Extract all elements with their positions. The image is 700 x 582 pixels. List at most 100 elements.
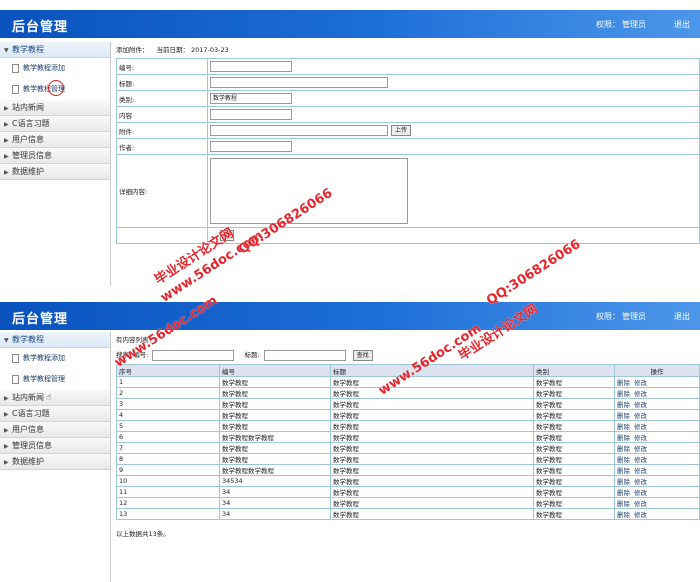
edit-link[interactable]: 修改 — [634, 390, 647, 398]
cell-category: 数学教程 — [533, 387, 615, 399]
cell-category: 数学教程 — [533, 464, 615, 476]
logout-link[interactable]: 退出 — [674, 20, 690, 29]
cell-title: 数学教程 — [330, 420, 534, 432]
main-content: 添加附件： 当前日期： 2017-03-23 编号: 标题: 类别: 数学教程 内容… — [112, 42, 700, 286]
cell-actions: 删除 修改 — [614, 464, 700, 476]
document-icon — [12, 353, 19, 363]
cell-category: 数学教程 — [533, 442, 615, 454]
column-header-code: 编号 — [219, 364, 331, 377]
cell-category: 数学教程 — [533, 453, 615, 465]
chevron-right-icon: ▶ — [4, 153, 9, 160]
sidebar-group-c-exercises[interactable]: ▶ C语言习题 — [0, 116, 110, 132]
edit-link[interactable]: 修改 — [634, 379, 647, 387]
cell-code: 34534 — [219, 475, 331, 487]
edit-link[interactable]: 修改 — [634, 434, 647, 442]
cell-code: 数学教程 — [219, 420, 331, 432]
content-input[interactable] — [210, 109, 292, 120]
cell-title: 数学教程 — [330, 387, 534, 399]
document-icon — [12, 374, 19, 384]
cell-actions: 删除 修改 — [614, 508, 700, 520]
category-input[interactable]: 数学教程 — [210, 93, 292, 104]
delete-link[interactable]: 删除 — [617, 379, 630, 387]
author-input[interactable] — [210, 141, 292, 152]
code-input[interactable] — [210, 61, 292, 72]
sidebar-group-label: C语言习题 — [12, 119, 50, 128]
delete-link[interactable]: 删除 — [617, 445, 630, 453]
cell-index: 13 — [116, 508, 220, 520]
content-table: 序号 编号 标题 类别 操作 1 数学教程 数学教程 数学教程 删除 修改 2 数学教程 数学教… — [116, 364, 700, 520]
cell-index: 1 — [116, 376, 220, 388]
sidebar-group-label: 数据维护 — [12, 167, 44, 176]
delete-link[interactable]: 删除 — [617, 456, 630, 464]
cell-category: 数学教程 — [533, 398, 615, 410]
edit-link[interactable]: 修改 — [634, 445, 647, 453]
edit-link[interactable]: 修改 — [634, 423, 647, 431]
cell-title: 数学教程 — [330, 431, 534, 443]
cell-actions: 删除 修改 — [614, 431, 700, 443]
delete-link[interactable]: 删除 — [617, 489, 630, 497]
sidebar-item-tutorial-add[interactable]: 教学教程添加 — [0, 58, 110, 79]
delete-link[interactable]: 删除 — [617, 500, 630, 508]
field-label-author: 作者: — [116, 138, 208, 155]
cell-title: 数学教程 — [330, 508, 534, 520]
permission-value: 管理员 — [622, 312, 646, 321]
sidebar-group-tutorial[interactable]: ▼ 教学教程 — [0, 332, 110, 348]
sidebar-group-admins[interactable]: ▶ 管理员信息 — [0, 438, 110, 454]
delete-link[interactable]: 删除 — [617, 412, 630, 420]
cell-title: 数学教程 — [330, 497, 534, 509]
upload-button[interactable]: 上传 — [391, 125, 412, 136]
permission-value: 管理员 — [622, 20, 646, 29]
cell-actions: 删除 修改 — [614, 420, 700, 432]
detail-textarea[interactable] — [210, 158, 408, 224]
delete-link[interactable]: 删除 — [617, 467, 630, 475]
edit-link[interactable]: 修改 — [634, 511, 647, 519]
sidebar-group-users[interactable]: ▶ 用户信息 — [0, 422, 110, 438]
sidebar-item-tutorial-add[interactable]: 教学教程添加 — [0, 348, 110, 369]
cell-title: 数学教程 — [330, 376, 534, 388]
search-code-input[interactable] — [152, 349, 235, 361]
sidebar-group-data[interactable]: ▶ 数据维护 — [0, 164, 110, 180]
add-form-table: 编号: 标题: 类别: 数学教程 内容 附件: 上传 作者: 详细内容: 加 — [116, 58, 700, 244]
cell-category: 数学教程 — [533, 475, 615, 487]
sidebar-group-news[interactable]: ▶ 站内新闻 ☝ — [0, 390, 110, 406]
edit-link[interactable]: 修改 — [634, 467, 647, 475]
title-input[interactable] — [210, 77, 388, 88]
search-title-label: 标题: — [244, 351, 260, 359]
field-label-title: 标题: — [116, 74, 208, 91]
cell-actions: 删除 修改 — [614, 486, 700, 498]
sidebar-group-news[interactable]: ▶ 站内新闻 — [0, 100, 110, 116]
sidebar-item-label: 教学教程管理 — [23, 375, 65, 383]
sidebar-item-tutorial-manage[interactable]: 教学教程管理 — [0, 369, 110, 390]
delete-link[interactable]: 删除 — [617, 390, 630, 398]
edit-link[interactable]: 修改 — [634, 456, 647, 464]
sidebar-group-c-exercises[interactable]: ▶ C语言习题 — [0, 406, 110, 422]
submit-button[interactable]: 加 — [220, 230, 235, 241]
cell-index: 3 — [116, 398, 220, 410]
delete-link[interactable]: 删除 — [617, 401, 630, 409]
delete-link[interactable]: 删除 — [617, 434, 630, 442]
sidebar-group-label: 教学教程 — [12, 45, 44, 54]
delete-link[interactable]: 删除 — [617, 478, 630, 486]
chevron-right-icon: ▶ — [4, 459, 9, 466]
sidebar-group-users[interactable]: ▶ 用户信息 — [0, 132, 110, 148]
field-label-attachment: 附件: — [116, 122, 208, 139]
edit-link[interactable]: 修改 — [634, 412, 647, 420]
sidebar-group-tutorial[interactable]: ▼ 教学教程 — [0, 42, 110, 58]
sidebar-group-data[interactable]: ▶ 数据维护 — [0, 454, 110, 470]
edit-link[interactable]: 修改 — [634, 401, 647, 409]
sidebar: ▼ 教学教程 教学教程添加 教学教程管理 ▶ 站内新闻 ▶ C语言习题 ▶ 用户信息 ▶… — [0, 42, 111, 286]
delete-link[interactable]: 删除 — [617, 423, 630, 431]
edit-link[interactable]: 修改 — [634, 489, 647, 497]
edit-link[interactable]: 修改 — [634, 500, 647, 508]
table-row: 10 34534 数学教程 数学教程 删除 修改 — [116, 475, 700, 487]
cell-actions: 删除 修改 — [614, 442, 700, 454]
search-title-input[interactable] — [263, 349, 346, 361]
sidebar-group-admins[interactable]: ▶ 管理员信息 — [0, 148, 110, 164]
attachment-input[interactable] — [210, 125, 388, 136]
sidebar-group-label: 管理员信息 — [12, 441, 52, 450]
search-button[interactable]: 查找 — [352, 349, 373, 361]
edit-link[interactable]: 修改 — [634, 478, 647, 486]
delete-link[interactable]: 删除 — [617, 511, 630, 519]
logout-link[interactable]: 退出 — [674, 312, 690, 321]
table-row: 4 数学教程 数学教程 数学教程 删除 修改 — [116, 409, 700, 421]
